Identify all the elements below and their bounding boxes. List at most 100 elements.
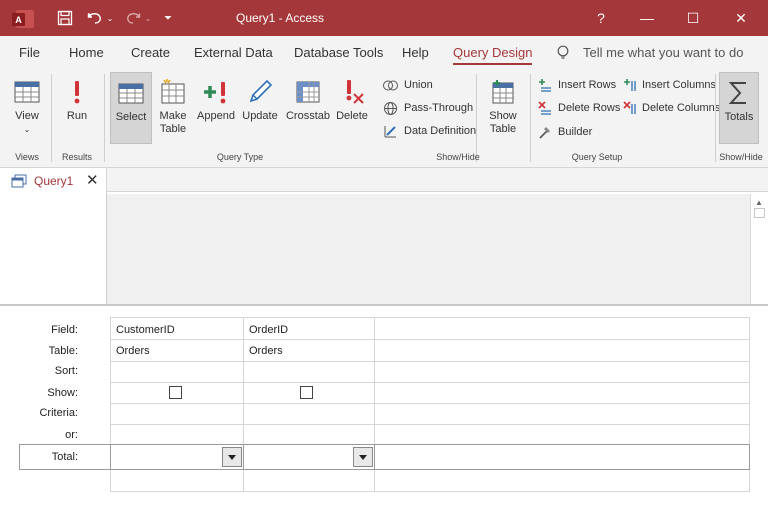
globe-icon [384, 101, 397, 115]
close-button[interactable]: ✕ [716, 0, 766, 36]
insert-columns-label: Insert Columns [642, 79, 716, 91]
tab-help[interactable]: Help [402, 36, 429, 70]
row-label-field: Field: [51, 324, 78, 336]
table-pane-scrollbar[interactable]: ▲ [750, 194, 768, 304]
run-icon [74, 81, 80, 104]
tab-query-design[interactable]: Query Design [453, 36, 533, 70]
group-label-results: Results [61, 152, 92, 162]
total-dropdown-button[interactable] [222, 447, 242, 467]
minimize-button[interactable]: — [624, 0, 670, 36]
data-definition-button[interactable]: Data Definition [383, 121, 476, 141]
show-table-button[interactable]: Show Table [481, 72, 525, 146]
select-query-icon [118, 83, 144, 104]
data-definition-label: Data Definition [404, 125, 477, 137]
insert-columns-button[interactable]: Insert Columns [623, 75, 716, 95]
help-button[interactable]: ? [578, 0, 624, 36]
or-cell[interactable] [244, 425, 374, 443]
view-label: View [15, 110, 39, 122]
tab-query1-label: Query1 [34, 174, 74, 188]
table-pane[interactable] [107, 194, 768, 304]
append-button[interactable]: Append [196, 72, 236, 146]
insert-rows-button[interactable]: Insert Rows [538, 75, 616, 95]
undo-icon[interactable] [84, 8, 106, 28]
row-label-show: Show: [47, 387, 78, 399]
pass-through-button[interactable]: Pass-Through [383, 98, 473, 118]
or-cell[interactable] [111, 425, 243, 443]
maximize-button[interactable]: ☐ [670, 0, 716, 36]
group-label-views: Views [15, 152, 39, 162]
update-button[interactable]: Update [240, 72, 280, 146]
group-separator [715, 74, 716, 162]
crosstab-button[interactable]: Crosstab [285, 72, 331, 146]
run-label: Run [66, 110, 88, 122]
table-cell[interactable]: Orders [116, 345, 150, 357]
access-logo-icon: A [12, 10, 34, 28]
union-icon [383, 80, 398, 90]
row-label-sort: Sort: [54, 365, 78, 377]
builder-icon [539, 127, 550, 139]
tell-me-text: Tell me what you want to do [583, 45, 744, 60]
tab-create[interactable]: Create [131, 36, 170, 70]
show-checkbox[interactable] [169, 386, 182, 399]
sort-cell[interactable] [244, 362, 374, 382]
criteria-cell[interactable] [244, 404, 374, 424]
append-icon [204, 82, 226, 104]
close-tab-icon[interactable]: ✕ [86, 171, 99, 189]
tab-database-tools[interactable]: Database Tools [294, 36, 383, 70]
field-cell[interactable]: OrderID [249, 324, 288, 336]
sort-cell[interactable] [111, 362, 243, 382]
ribbon-tabs: File Home Create External Data Database … [0, 36, 768, 70]
append-label: Append [197, 110, 235, 122]
view-button[interactable]: View ⌄ [6, 72, 48, 146]
customize-toolbar-icon[interactable]: ⏷ [160, 8, 176, 28]
tab-file[interactable]: File [19, 36, 40, 70]
show-checkbox[interactable] [300, 386, 313, 399]
field-cell[interactable] [375, 318, 749, 339]
criteria-cell[interactable] [111, 404, 243, 424]
scroll-up-icon[interactable]: ▲ [755, 198, 763, 207]
delete-query-button[interactable]: Delete [333, 72, 371, 146]
group-separator [530, 74, 531, 162]
crosstab-label: Crosstab [285, 110, 331, 122]
totals-button[interactable]: Totals [719, 72, 759, 144]
total-row [19, 444, 750, 470]
builder-button[interactable]: Builder [538, 122, 592, 142]
svg-text:A: A [15, 15, 22, 25]
field-cell[interactable]: CustomerID [116, 324, 175, 336]
data-definition-icon [384, 125, 396, 137]
undo-dropdown-icon[interactable]: ⌄ [105, 8, 115, 28]
total-dropdown-button[interactable] [353, 447, 373, 467]
union-button[interactable]: Union [383, 75, 433, 95]
window-title: Query1 - Access [235, 11, 325, 25]
make-table-button[interactable]: Make Table [154, 72, 192, 146]
delete-rows-icon [538, 101, 551, 115]
builder-label: Builder [558, 126, 593, 138]
grid-line [110, 382, 750, 383]
table-cell[interactable]: Orders [249, 345, 283, 357]
select-query-button[interactable]: Select [110, 72, 152, 144]
redo-dropdown-icon[interactable]: ⌄ [143, 8, 153, 28]
grid-line [243, 444, 244, 470]
show-table-label-1: Show [489, 110, 517, 122]
delete-columns-button[interactable]: Delete Columns [623, 98, 720, 118]
delete-query-icon [346, 80, 364, 104]
tab-external-data[interactable]: External Data [194, 36, 273, 70]
delete-rows-button[interactable]: Delete Rows [538, 98, 620, 118]
tab-query1[interactable]: Query1 ✕ [0, 168, 107, 194]
redo-icon[interactable] [122, 8, 144, 28]
show-table-label-2: Table [489, 123, 517, 135]
dropdown-arrow-icon [359, 454, 367, 460]
group-label-query-setup: Query Setup [571, 152, 623, 162]
union-label: Union [404, 79, 433, 91]
pass-through-label: Pass-Through [404, 102, 474, 114]
grid-line [110, 339, 750, 340]
save-icon[interactable] [54, 8, 76, 28]
run-button[interactable]: Run [58, 72, 96, 146]
sigma-icon [728, 82, 746, 104]
scroll-thumb[interactable] [754, 208, 765, 218]
lightbulb-icon [557, 45, 569, 59]
tab-home[interactable]: Home [69, 36, 104, 70]
insert-rows-icon [539, 79, 551, 92]
update-label: Update [242, 110, 278, 122]
make-table-label-1: Make [159, 110, 187, 122]
